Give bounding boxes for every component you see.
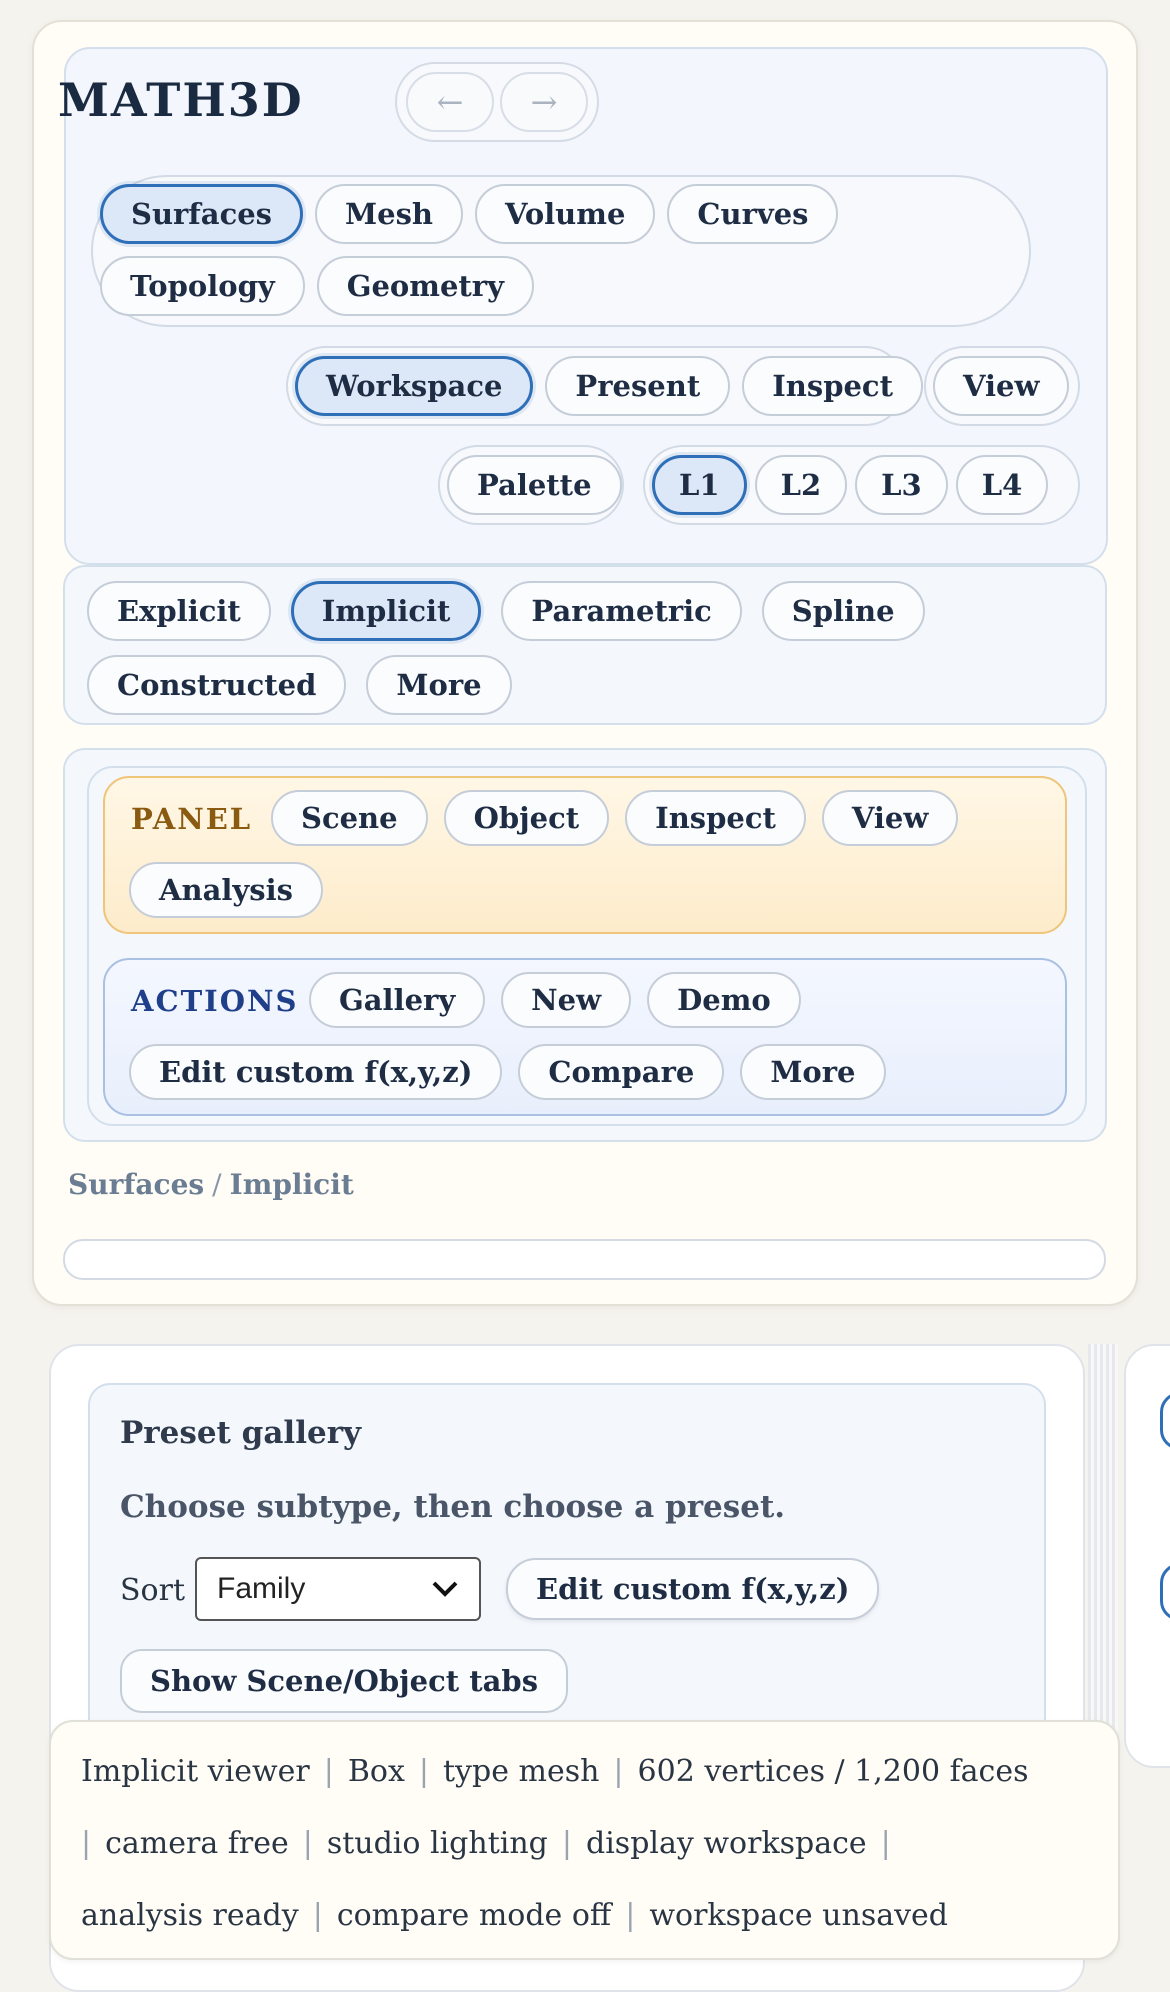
actions-box: ACTIONS Gallery New Demo Edit custom f(x… [103,958,1067,1116]
view-group: View [924,346,1080,426]
panel-tab-view[interactable]: View [821,790,959,846]
subtype-constructed[interactable]: Constructed [87,655,347,715]
mode-present[interactable]: Present [545,356,731,416]
actions-label: ACTIONS [131,984,299,1018]
tab-curves[interactable]: Curves [667,184,839,244]
main-tabs: Surfaces Mesh Volume Curves Topology Geo… [91,175,1031,327]
status-viewer: Implicit viewer [81,1754,310,1789]
status-display: display workspace [586,1826,867,1861]
status-analysis: analysis ready [81,1898,299,1933]
gallery-button[interactable]: Gallery [309,972,486,1028]
chevron-down-icon [431,1572,459,1606]
subtype-explicit[interactable]: Explicit [87,581,271,641]
level-tabs: L1 L2 L3 L4 [643,445,1080,525]
resize-handle[interactable] [1088,1344,1118,1764]
tab-topology[interactable]: Topology [100,256,305,316]
status-workspace: workspace unsaved [649,1898,949,1933]
compare-button[interactable]: Compare [518,1044,725,1100]
gallery-title: Preset gallery [120,1415,362,1451]
tools-section: PANEL Scene Object Inspect View Analysis… [63,748,1107,1142]
app-logo: MATH3D [58,73,304,127]
breadcrumb: Surfaces / Implicit [68,1168,354,1201]
subtype-spline[interactable]: Spline [761,581,925,641]
subtype-implicit[interactable]: Implicit [290,581,482,641]
level-l3[interactable]: L3 [855,455,948,515]
panel-tab-scene[interactable]: Scene [271,790,428,846]
tab-volume[interactable]: Volume [474,184,656,244]
status-type: type mesh [443,1754,600,1789]
tab-surfaces[interactable]: Surfaces [100,184,304,244]
subtype-more[interactable]: More [366,655,512,715]
palette-button[interactable]: Palette [447,455,622,515]
status-counts: 602 vertices / 1,200 faces [637,1754,1029,1789]
breadcrumb-subtype[interactable]: Implicit [230,1168,354,1201]
forward-button[interactable]: → [500,72,588,132]
mode-workspace[interactable]: Workspace [295,356,534,416]
gallery-edit-custom-button[interactable]: Edit custom f(x,y,z) [506,1558,880,1620]
panel-box: PANEL Scene Object Inspect View Analysis [103,776,1067,934]
panel-tab-inspect[interactable]: Inspect [625,790,806,846]
sort-select-value: Family [217,1572,306,1605]
actions-more-button[interactable]: More [740,1044,886,1100]
mode-inspect[interactable]: Inspect [742,356,923,416]
status-lighting: studio lighting [326,1826,548,1861]
history-controls: ← → [395,62,599,142]
sort-label: Sort [120,1573,186,1608]
level-l1[interactable]: L1 [652,455,747,515]
tab-geometry[interactable]: Geometry [316,256,534,316]
breadcrumb-separator: / [212,1168,222,1201]
sort-select[interactable]: Family [195,1557,481,1621]
mode-tabs: Workspace Present Inspect [286,346,923,426]
show-tabs-button[interactable]: Show Scene/Object tabs [120,1649,569,1713]
subtype-parametric[interactable]: Parametric [501,581,742,641]
back-button[interactable]: ← [406,72,494,132]
breadcrumb-section[interactable]: Surfaces [68,1168,204,1201]
panel-tab-object[interactable]: Object [443,790,610,846]
view-button[interactable]: View [933,356,1070,416]
panel-label: PANEL [131,802,253,836]
tab-mesh[interactable]: Mesh [315,184,463,244]
status-input[interactable] [63,1239,1106,1280]
edit-custom-button[interactable]: Edit custom f(x,y,z) [129,1044,503,1100]
status-bar: Implicit viewer | Box | type mesh | 602 vertic… [49,1720,1120,1960]
status-object: Box [347,1754,405,1789]
panel-tab-analysis[interactable]: Analysis [129,862,323,918]
status-compare: compare mode off [336,1898,612,1933]
gallery-hint: Choose subtype, then choose a preset. [120,1489,786,1525]
status-camera: camera free [105,1826,289,1861]
level-l4[interactable]: L4 [955,455,1049,515]
demo-button[interactable]: Demo [647,972,801,1028]
palette-group: Palette [438,445,624,525]
subtype-section: Explicit Implicit Parametric Spline Cons… [63,565,1107,725]
new-button[interactable]: New [501,972,632,1028]
level-l2[interactable]: L2 [754,455,848,515]
